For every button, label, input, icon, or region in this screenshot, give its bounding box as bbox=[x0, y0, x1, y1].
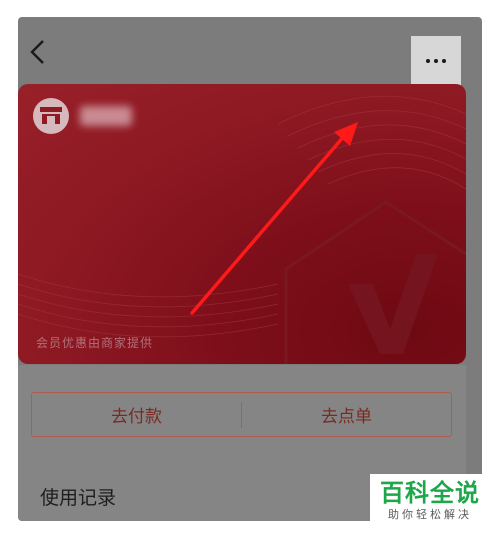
card-footer-note: 会员优惠由商家提供 bbox=[36, 336, 154, 350]
membership-card[interactable]: 商户 会员优惠由商家提供 bbox=[18, 84, 466, 364]
more-button[interactable] bbox=[411, 36, 461, 86]
more-dots-icon bbox=[426, 59, 430, 63]
order-button[interactable]: 去点单 bbox=[242, 393, 451, 436]
merchant-name: 商户 bbox=[80, 106, 132, 126]
pay-button[interactable]: 去付款 bbox=[32, 393, 241, 436]
merchant-logo bbox=[33, 98, 69, 134]
store-icon bbox=[40, 107, 62, 124]
chevron-left-icon[interactable] bbox=[27, 39, 49, 65]
app-screen: 商户 会员优惠由商家提供 去付款 去点单 使用记录 bbox=[18, 17, 482, 521]
top-bar bbox=[18, 17, 482, 90]
more-dot bbox=[442, 59, 446, 63]
more-dot bbox=[434, 59, 438, 63]
card-decoration bbox=[18, 95, 466, 364]
usage-history-link[interactable]: 使用记录 bbox=[40, 483, 116, 510]
watermark-title: 百科全说 bbox=[380, 479, 480, 507]
watermark-logo: 百科全说 助你轻松解决 bbox=[370, 474, 490, 528]
watermark-subtitle: 助你轻松解决 bbox=[388, 508, 472, 521]
action-button-group: 去付款 去点单 bbox=[31, 392, 452, 437]
